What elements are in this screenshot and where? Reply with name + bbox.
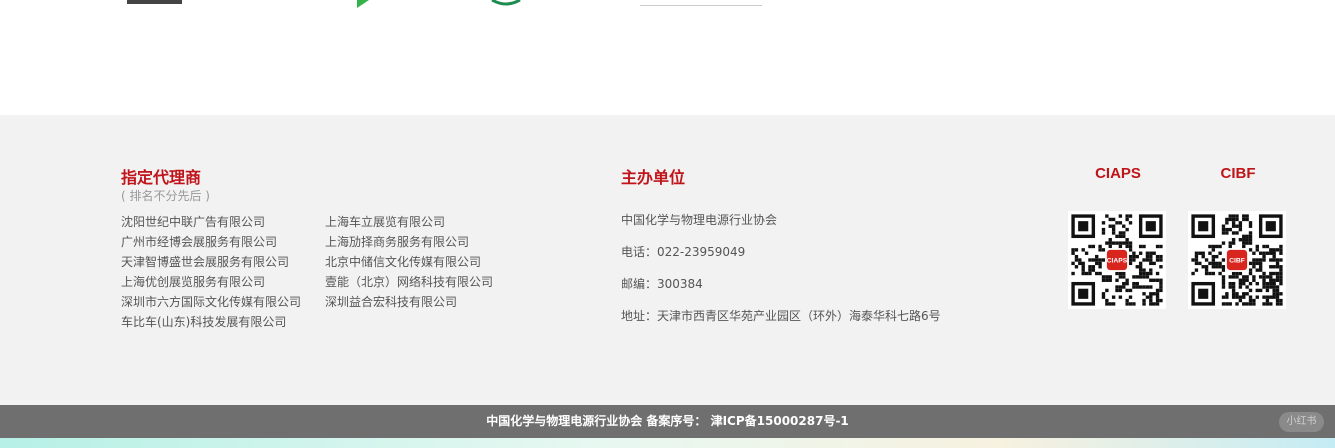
agent-item[interactable]: 上海优创展览服务有限公司 — [121, 272, 265, 292]
qr-title-ciaps: CIAPS — [1095, 165, 1141, 182]
organizer-name: 中国化学与物理电源行业协会 — [621, 213, 778, 227]
qr-badge-text: CIBF — [1229, 258, 1245, 265]
agent-item[interactable]: 广州市经博会展服务有限公司 — [121, 232, 277, 252]
agent-item[interactable]: 深圳市六方国际文化传媒有限公司 — [121, 292, 301, 312]
partner-logo-3[interactable] — [488, 0, 528, 6]
organizer-title: 主办单位 — [621, 168, 686, 187]
agent-item[interactable]: 北京中储信文化传媒有限公司 — [325, 252, 481, 272]
partner-logo-strip — [0, 0, 1335, 115]
qr-code-ciaps: CIAPS — [1068, 211, 1166, 309]
agents-title: 指定代理商 — [121, 168, 202, 187]
partner-logo-4[interactable] — [640, 0, 762, 6]
icp-bar: 中国化学与物理电源行业协会 备案序号： 津ICP备15000287号-1 小红书 — [0, 405, 1335, 438]
partner-logo-1[interactable] — [127, 0, 182, 4]
qr-badge-text: CIAPS — [1107, 258, 1128, 265]
agent-item[interactable]: 车比车(山东)科技发展有限公司 — [121, 312, 286, 332]
agent-item[interactable]: 沈阳世纪中联广告有限公司 — [121, 212, 265, 232]
icp-record[interactable]: 中国化学与物理电源行业协会 备案序号： 津ICP备15000287号-1 — [0, 405, 1335, 438]
footer-info: 指定代理商 ( 排名不分先后 ) 沈阳世纪中联广告有限公司 广州市经博会展服务有… — [0, 115, 1335, 405]
agent-item[interactable]: 上海劢择商务服务有限公司 — [325, 232, 469, 252]
bottom-gradient — [0, 438, 1335, 448]
organizer-postcode: 邮编：300384 — [621, 277, 703, 291]
organizer-phone: 电话：022-23959049 — [621, 245, 746, 259]
qr-title-cibf: CIBF — [1220, 165, 1256, 182]
qr-code-cibf: CIBF — [1188, 211, 1286, 309]
organizer-address: 地址：天津市西青区华苑产业园区（环外）海泰华科七路6号 — [621, 309, 941, 323]
partner-logo-2[interactable] — [355, 0, 385, 8]
agent-item[interactable]: 天津智博盛世会展服务有限公司 — [121, 252, 289, 272]
agent-item[interactable]: 深圳益合宏科技有限公司 — [325, 292, 457, 312]
xiaohongshu-widget[interactable]: 小红书 — [1279, 412, 1324, 432]
agent-item[interactable]: 上海车立展览有限公司 — [325, 212, 445, 232]
agents-note: ( 排名不分先后 ) — [121, 189, 210, 203]
agent-item[interactable]: 壹能（北京）网络科技有限公司 — [325, 272, 493, 292]
